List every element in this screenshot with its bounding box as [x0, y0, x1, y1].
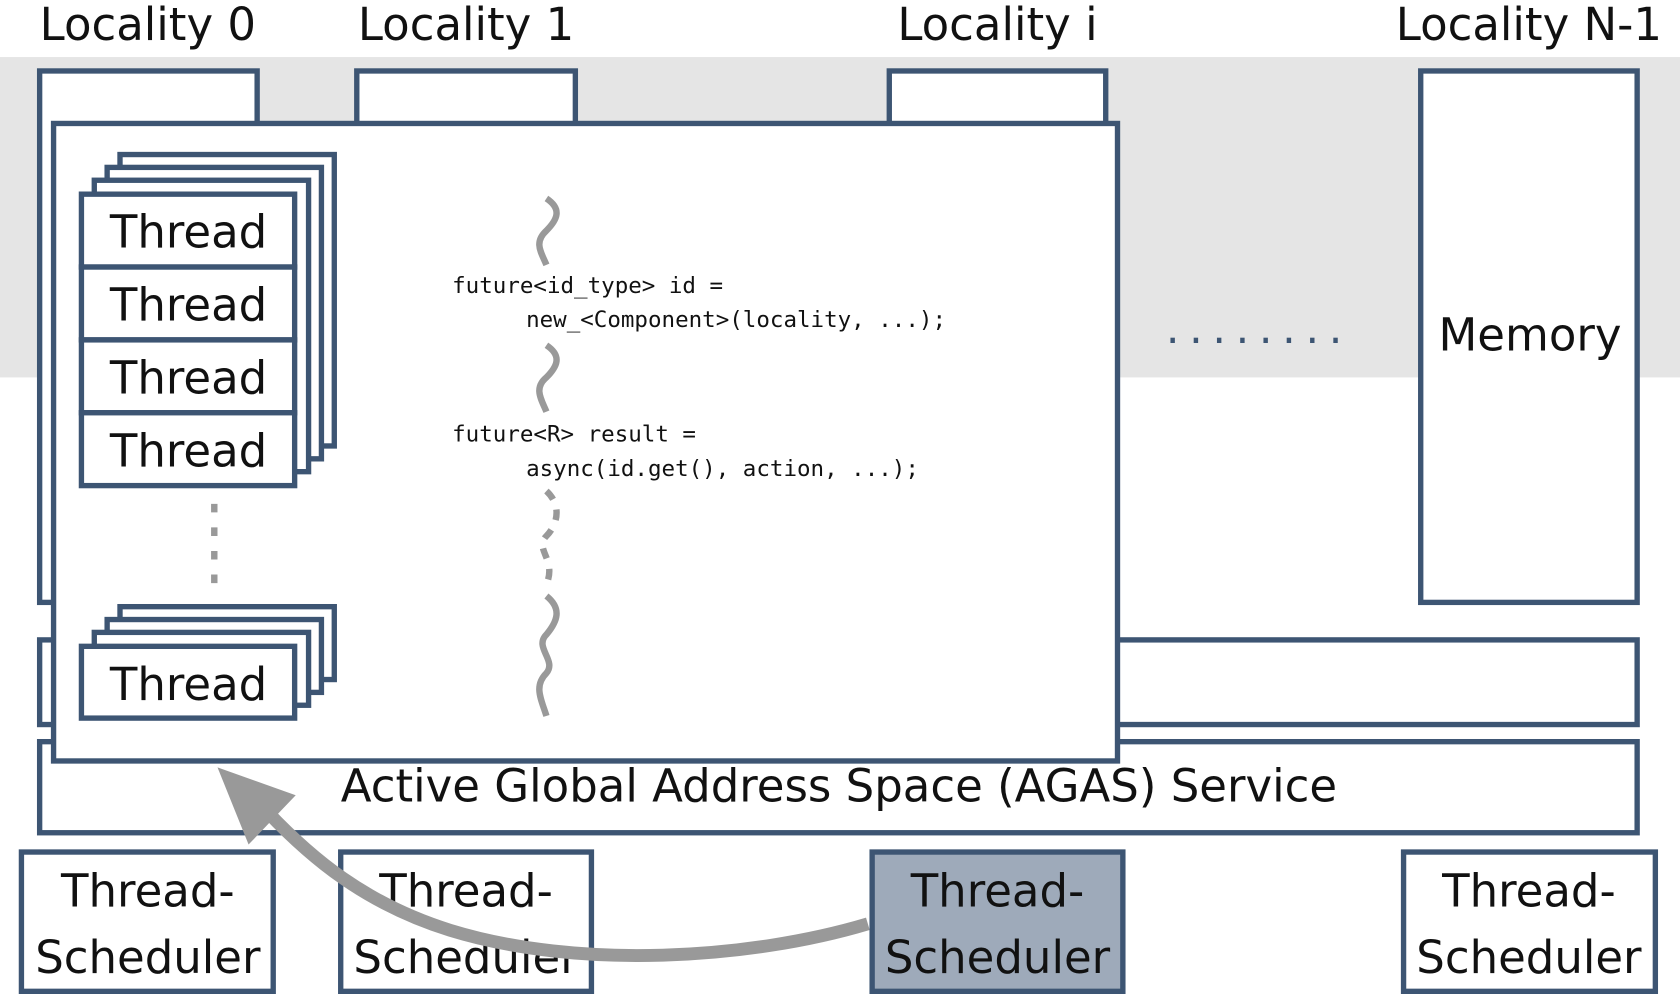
thread-label: Thread — [109, 424, 267, 477]
thread-label: Thread — [109, 206, 267, 259]
code-line-3: future<R> result = — [452, 422, 696, 448]
thread-label: Thread — [109, 279, 267, 332]
locality-0-label: Locality 0 — [40, 0, 256, 51]
hpx-architecture-diagram: Locality 0 Locality 1 Locality i Localit… — [0, 0, 1680, 994]
memory-label: Memory — [1438, 309, 1621, 362]
locality-i-label: Locality i — [897, 0, 1097, 51]
thread-label: Thread — [109, 351, 267, 404]
scheduler-label: Thread- — [60, 865, 235, 918]
scheduler-label: Thread- — [910, 865, 1085, 918]
scheduler-label: Scheduler — [35, 931, 261, 984]
agas-label: Active Global Address Space (AGAS) Servi… — [341, 760, 1337, 813]
thread-stack-bottom: Thread — [78, 604, 337, 721]
code-line-2: new_<Component>(locality, ...); — [526, 307, 946, 333]
scheduler-label: Scheduler — [885, 931, 1111, 984]
scheduler-label: Scheduler — [1416, 931, 1642, 984]
thread-label: Thread — [109, 658, 267, 711]
locality-n-1-label: Locality N-1 — [1396, 0, 1662, 51]
thread-scheduler-i: Thread- Scheduler — [869, 849, 1126, 994]
code-line-4: async(id.get(), action, ...); — [526, 456, 919, 482]
locality-1-label: Locality 1 — [358, 0, 574, 51]
thread-scheduler-n-1: Thread- Scheduler — [1400, 849, 1659, 994]
ellipsis: ........ — [1166, 304, 1352, 354]
thread-stack: Thread Thread Thread Thread — [78, 151, 337, 489]
thread-scheduler-1: Thread- Scheduler — [338, 849, 595, 994]
scheduler-label: Thread- — [1441, 865, 1616, 918]
code-line-1: future<id_type> id = — [452, 273, 723, 299]
thread-scheduler-0: Thread- Scheduler — [18, 849, 276, 994]
